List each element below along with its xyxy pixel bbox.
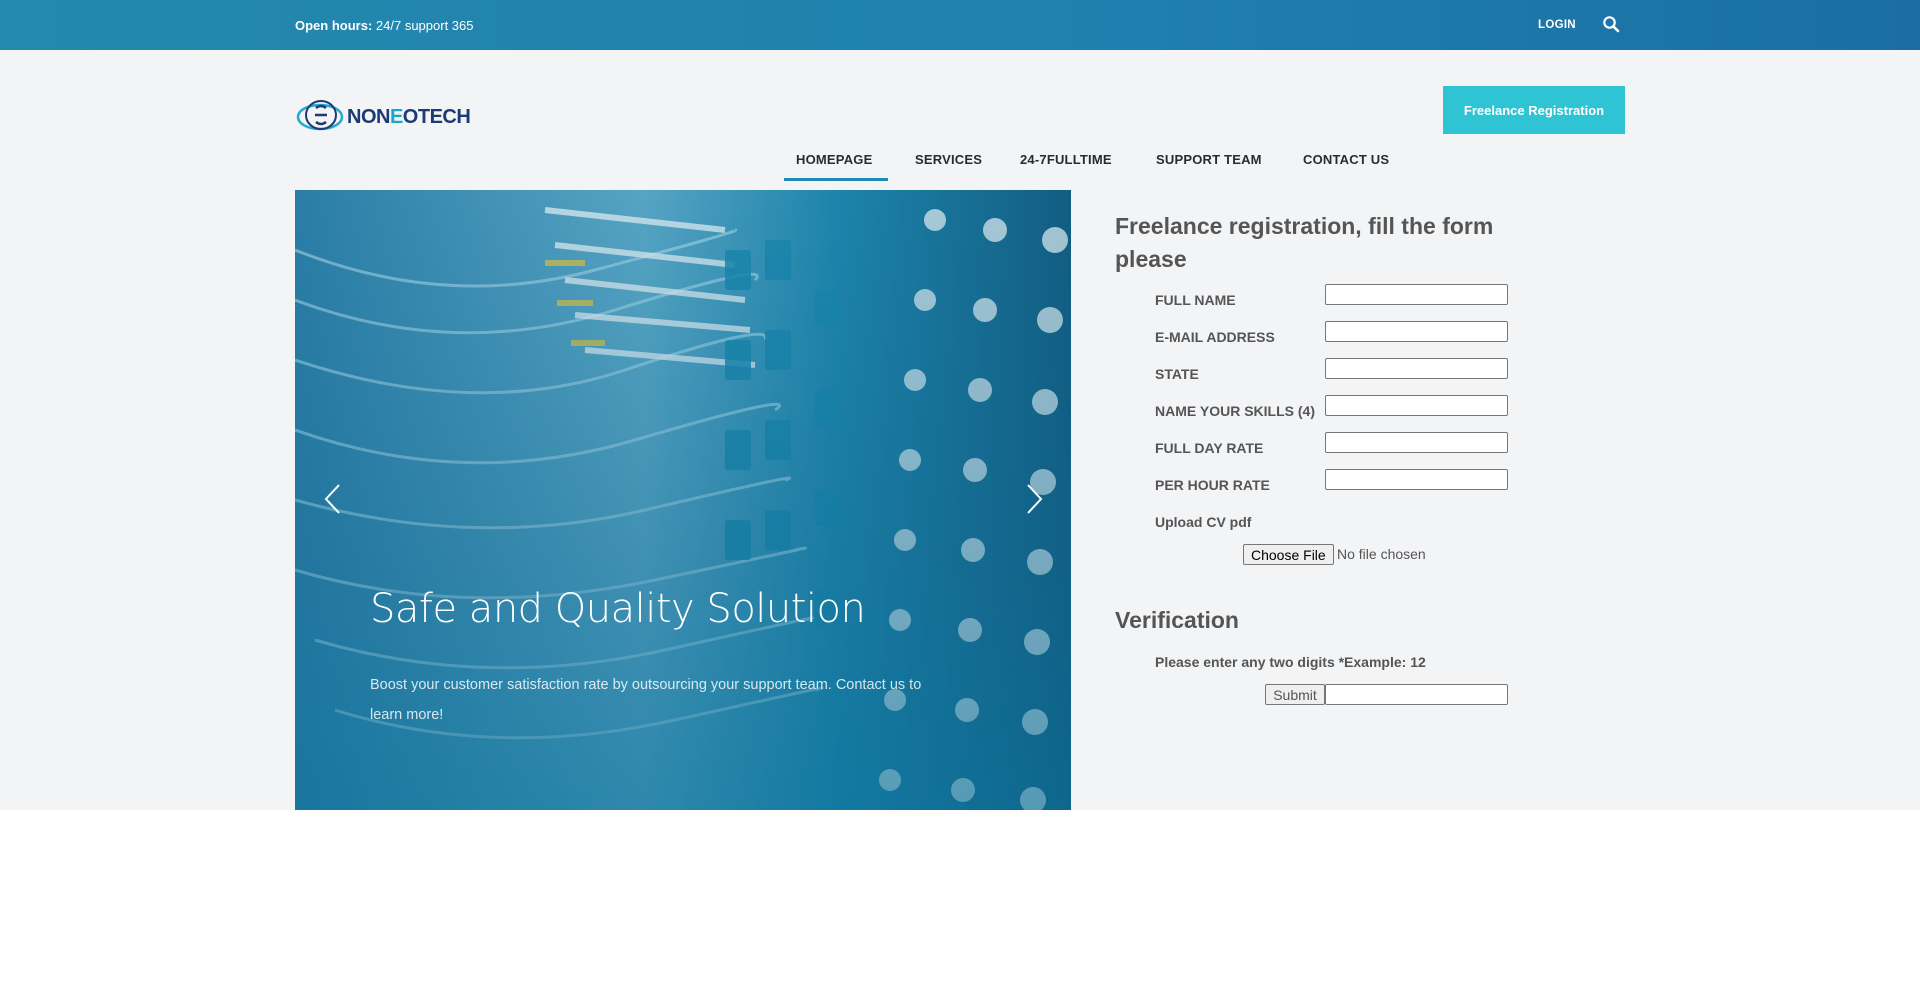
login-link[interactable]: LOGIN <box>1538 19 1576 31</box>
per-hour-rate-label: PER HOUR RATE <box>1155 477 1270 493</box>
submit-button[interactable]: Submit <box>1265 684 1325 705</box>
full-day-rate-label: FULL DAY RATE <box>1155 440 1264 456</box>
form-title: Freelance registration, fill the form pl… <box>1115 213 1494 272</box>
logo-text-prefix: NON <box>347 106 390 128</box>
logo-globe-icon <box>296 100 344 131</box>
logo-text-suffix: OTECH <box>402 106 471 128</box>
email-label: E-MAIL ADDRESS <box>1155 329 1275 345</box>
chevron-right-icon[interactable] <box>1024 482 1044 516</box>
chevron-left-icon[interactable] <box>323 482 343 516</box>
nav-contact-us[interactable]: CONTACT US <box>1303 152 1389 167</box>
nav-services[interactable]: SERVICES <box>915 152 982 167</box>
open-hours: Open hours: 24/7 support 365 <box>295 18 473 33</box>
state-label: STATE <box>1155 366 1199 382</box>
skills-input[interactable] <box>1325 395 1508 416</box>
nav-active-indicator <box>784 178 888 181</box>
upload-cv-label: Upload CV pdf <box>1155 514 1252 530</box>
site-logo[interactable]: NONEOTECH <box>295 96 471 136</box>
logo-wordmark: NONEOTECH <box>347 106 471 129</box>
hero-slider: Safe and Quality Solution Boost your cus… <box>295 190 1071 810</box>
full-name-label: FULL NAME <box>1155 292 1236 308</box>
email-input[interactable] <box>1325 321 1508 342</box>
search-icon[interactable] <box>1602 15 1620 33</box>
skills-label: NAME YOUR SKILLS (4) <box>1155 403 1315 419</box>
logo-text-accent: E <box>389 106 403 128</box>
state-input[interactable] <box>1325 358 1508 379</box>
full-name-input[interactable] <box>1325 284 1508 305</box>
verification-input[interactable] <box>1325 684 1508 705</box>
hero-title: Safe and Quality Solution <box>370 586 866 632</box>
hero-text: Boost your customer satisfaction rate by… <box>370 677 922 723</box>
nav-homepage[interactable]: HOMEPAGE <box>796 152 872 167</box>
open-hours-value: 24/7 support 365 <box>375 18 474 33</box>
full-day-rate-input[interactable] <box>1325 432 1508 453</box>
nav-24-7fulltime[interactable]: 24-7FULLTIME <box>1020 152 1112 167</box>
file-status: No file chosen <box>1337 546 1426 562</box>
nav-support-team[interactable]: SUPPORT TEAM <box>1156 152 1262 167</box>
main-content: NONEOTECH HOMEPAGE SERVICES 24-7FULLTIME… <box>0 50 1920 810</box>
freelance-registration-button[interactable]: Freelance Registration <box>1443 86 1625 134</box>
verification-prompt: Please enter any two digits *Example: 12 <box>1155 654 1426 670</box>
per-hour-rate-input[interactable] <box>1325 469 1508 490</box>
verification-title: Verification <box>1115 607 1239 633</box>
choose-file-button[interactable]: Choose File <box>1243 544 1334 565</box>
top-bar: Open hours: 24/7 support 365 LOGIN <box>0 0 1920 50</box>
open-hours-label: Open hours: <box>295 18 373 33</box>
